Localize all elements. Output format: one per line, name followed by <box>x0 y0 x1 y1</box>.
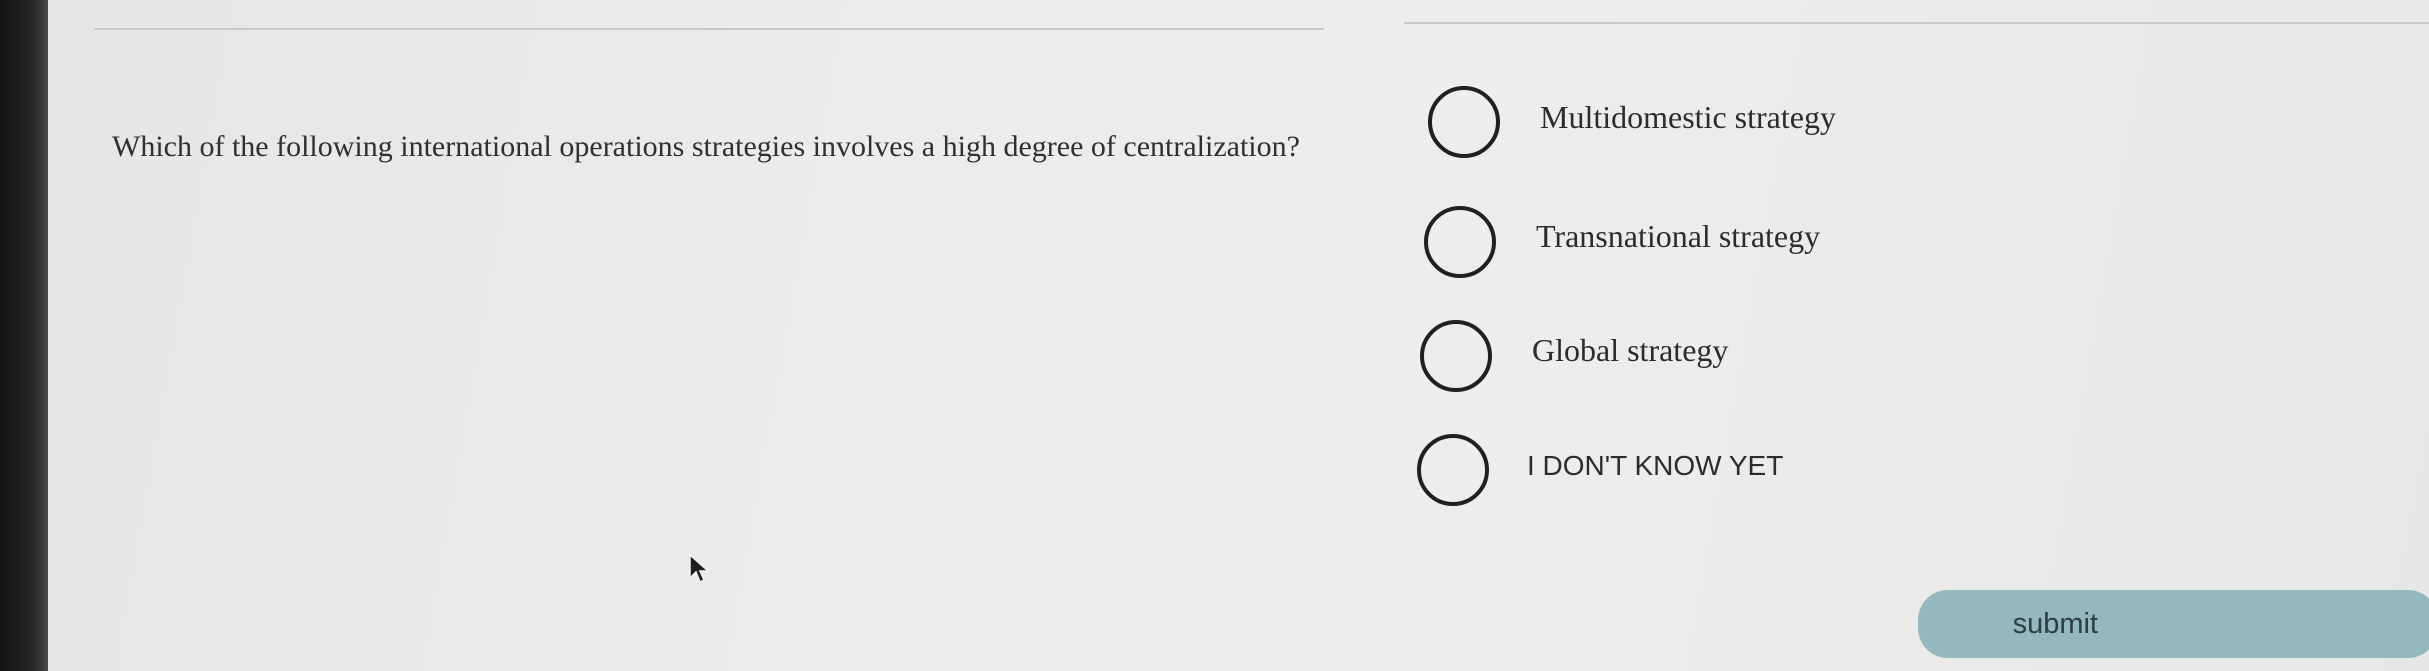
radio-circle-icon[interactable] <box>1417 434 1489 506</box>
section-divider-left <box>94 28 1324 30</box>
mouse-pointer-icon <box>689 554 710 584</box>
quiz-screen: Which of the following international ope… <box>48 0 2429 671</box>
question-text: Which of the following international ope… <box>112 130 1300 163</box>
answer-label: Global strategy <box>1532 332 1729 368</box>
answer-label: Multidomestic strategy <box>1540 99 1836 135</box>
monitor-bezel <box>0 0 48 671</box>
radio-circle-icon[interactable] <box>1420 320 1492 392</box>
submit-button[interactable]: submit <box>1918 590 2429 658</box>
section-divider-right <box>1404 22 2429 24</box>
answer-label: I DON'T KNOW YET <box>1527 450 1784 481</box>
radio-circle-icon[interactable] <box>1428 86 1500 158</box>
radio-circle-icon[interactable] <box>1424 206 1496 278</box>
answer-label: Transnational strategy <box>1536 218 1821 254</box>
